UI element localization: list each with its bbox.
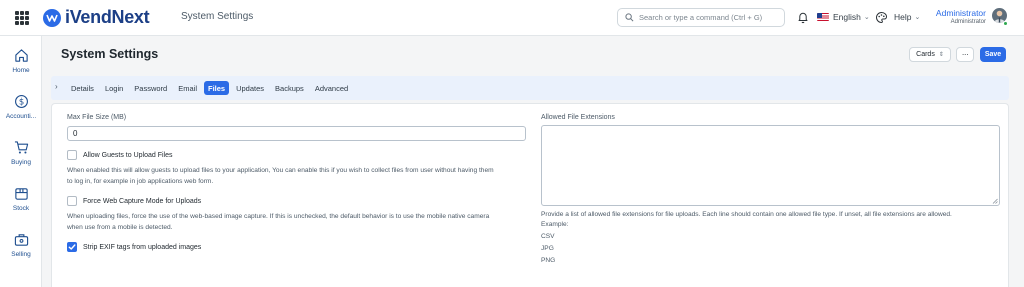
cart-icon [14, 141, 28, 154]
view-selector-label: Cards [916, 51, 935, 58]
more-actions-button[interactable]: ··· [956, 47, 974, 62]
search-box[interactable] [617, 8, 785, 27]
language-selector[interactable]: English ⌄ [817, 12, 870, 22]
allowed-extensions-label: Allowed File Extensions [541, 114, 615, 121]
notification-bell-icon[interactable] [797, 11, 809, 24]
sidebar-item-stock[interactable]: Stock [0, 186, 42, 212]
sort-toggle-icon: ⇕ [938, 52, 944, 58]
chevron-down-icon: ⌄ [863, 14, 870, 21]
sidebar-item-accounting[interactable]: $ Accounti... [0, 94, 42, 120]
chevron-right-icon[interactable]: › [55, 82, 58, 91]
allow-guests-description-line-1: When enabled this will allow guests to u… [67, 167, 494, 174]
tab-details[interactable]: Details [67, 81, 98, 95]
us-flag-icon [817, 13, 829, 21]
allowed-extensions-description: Provide a list of allowed file extension… [541, 211, 952, 218]
sidebar-item-buying[interactable]: Buying [0, 140, 42, 166]
sidebar-item-label: Buying [11, 159, 31, 166]
search-icon [625, 13, 634, 22]
brand-name: iVendNext [65, 7, 150, 27]
allowed-extensions-field[interactable] [541, 125, 1000, 206]
force-web-capture-description-line-1: When uploading files, force the use of t… [67, 213, 490, 220]
tab-list: Details Login Password Email Files Updat… [67, 81, 355, 95]
dollar-icon: $ [14, 95, 28, 108]
max-file-size-field[interactable] [67, 126, 526, 141]
help-label: Help [894, 12, 912, 22]
example-extension: CSV [541, 233, 555, 240]
tab-login[interactable]: Login [101, 81, 127, 95]
force-web-capture-description-line-2: when use from a mobile is detected. [67, 224, 173, 231]
checkmark-icon [68, 244, 76, 250]
online-status-dot [1003, 21, 1008, 26]
allow-guests-label: Allow Guests to Upload Files [83, 151, 173, 159]
app-grid-icon[interactable] [15, 11, 29, 25]
sidebar-item-label: Home [12, 67, 30, 74]
strip-exif-checkbox[interactable]: Strip EXIF tags from uploaded images [67, 242, 201, 252]
example-label: Example: [541, 221, 569, 228]
tab-files[interactable]: Files [204, 81, 230, 95]
user-role: Administrator [950, 19, 986, 25]
allow-guests-checkbox[interactable]: Allow Guests to Upload Files [67, 150, 172, 160]
search-input[interactable] [639, 13, 779, 22]
checkbox-box[interactable] [67, 242, 77, 252]
max-file-size-label: Max File Size (MB) [67, 114, 127, 121]
checkbox-box[interactable] [67, 196, 77, 206]
tab-password[interactable]: Password [130, 81, 171, 95]
sidebar-item-label: Selling [11, 251, 31, 258]
sidebar-item-selling[interactable]: Selling [0, 232, 42, 258]
logo-mark-icon [43, 8, 61, 27]
tab-advanced[interactable]: Advanced [311, 81, 352, 95]
tab-bar: › Details Login Password Email Files Upd… [51, 76, 1009, 100]
user-menu[interactable]: Administrator Administrator [934, 8, 986, 26]
svg-text:$: $ [18, 97, 23, 107]
allow-guests-description-line-2: to log in, for example in job applicatio… [67, 178, 214, 185]
example-extension: JPG [541, 245, 554, 252]
tab-email[interactable]: Email [174, 81, 201, 95]
tab-updates[interactable]: Updates [232, 81, 268, 95]
tab-backups[interactable]: Backups [271, 81, 308, 95]
top-navbar: iVendNext System Settings English ⌄ Help… [0, 0, 1024, 36]
force-web-capture-label: Force Web Capture Mode for Uploads [83, 197, 202, 205]
sidebar-item-label: Accounti... [5, 113, 37, 120]
nav-page-title: System Settings [181, 11, 254, 22]
briefcase-icon [14, 234, 28, 246]
sidebar-item-label: Stock [12, 205, 30, 212]
brand-logo[interactable]: iVendNext [43, 7, 150, 28]
page-title: System Settings [61, 47, 159, 61]
chevron-down-icon: ⌄ [914, 14, 921, 21]
save-button[interactable]: Save [980, 47, 1006, 62]
box-icon [14, 188, 28, 200]
theme-palette-icon[interactable] [875, 11, 888, 24]
home-icon [14, 49, 28, 62]
user-name: Administrator [935, 8, 986, 18]
force-web-capture-checkbox[interactable]: Force Web Capture Mode for Uploads [67, 196, 201, 206]
sidebar: Home $ Accounti... Buying Stock Selling [0, 36, 42, 287]
language-label: English [833, 12, 861, 22]
strip-exif-label: Strip EXIF tags from uploaded images [83, 243, 202, 251]
checkbox-box[interactable] [67, 150, 77, 160]
example-extension: PNG [541, 257, 556, 264]
view-selector-button[interactable]: Cards ⇕ [909, 47, 951, 62]
help-menu[interactable]: Help ⌄ [894, 12, 920, 22]
sidebar-item-home[interactable]: Home [0, 48, 42, 74]
